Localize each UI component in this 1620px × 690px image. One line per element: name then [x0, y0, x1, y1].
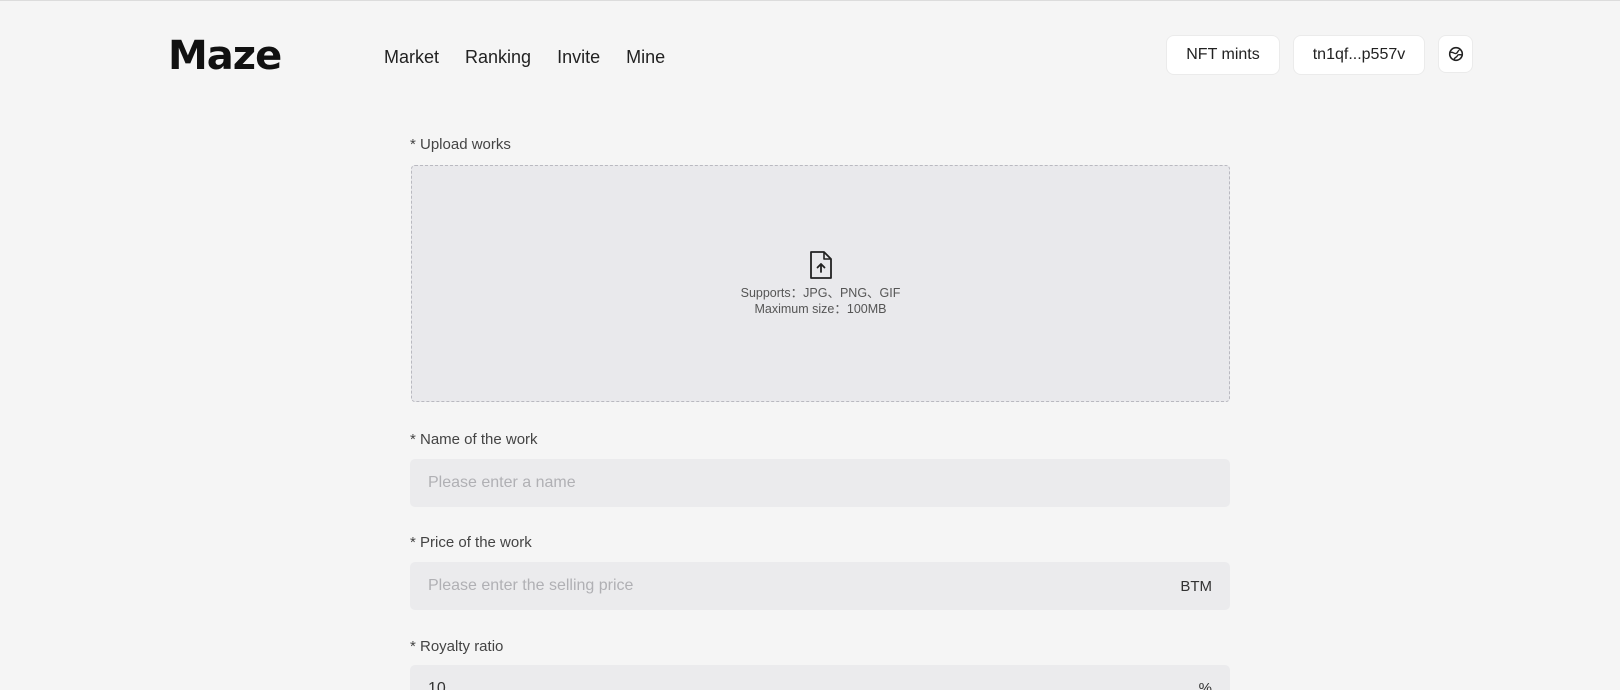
nav-market[interactable]: Market	[384, 45, 439, 69]
header-actions: NFT mints tn1qf...p557v	[1166, 35, 1473, 75]
price-unit: BTM	[1180, 577, 1212, 595]
language-button[interactable]	[1438, 35, 1473, 73]
name-label: * Name of the work	[410, 431, 538, 448]
royalty-field: %	[410, 665, 1230, 690]
file-upload-icon	[809, 251, 832, 279]
price-label: * Price of the work	[410, 534, 532, 551]
royalty-input[interactable]	[428, 680, 1199, 690]
nav-invite[interactable]: Invite	[557, 45, 600, 69]
upload-works-label: * Upload works	[410, 136, 511, 153]
main-nav: Market Ranking Invite Mine	[384, 45, 665, 69]
wallet-address-button[interactable]: tn1qf...p557v	[1293, 35, 1425, 75]
nav-mine[interactable]: Mine	[626, 45, 665, 69]
name-field	[410, 459, 1230, 507]
upload-supports-text: Supports：JPG、PNG、GIF	[740, 286, 901, 300]
upload-max-size-text: Maximum size：100MB	[754, 302, 887, 316]
nft-mints-button[interactable]: NFT mints	[1166, 35, 1280, 75]
upload-dropzone[interactable]: Supports：JPG、PNG、GIF Maximum size：100MB	[411, 165, 1230, 402]
price-field: BTM	[410, 562, 1230, 610]
royalty-unit: %	[1198, 680, 1212, 690]
globe-icon	[1448, 46, 1463, 62]
price-input[interactable]	[428, 577, 1181, 595]
logo[interactable]: Maze	[168, 34, 282, 78]
upload-hint: Supports：JPG、PNG、GIF Maximum size：100MB	[412, 250, 1229, 317]
royalty-label: * Royalty ratio	[410, 638, 504, 655]
name-input[interactable]	[428, 474, 1212, 492]
nav-ranking[interactable]: Ranking	[465, 45, 531, 69]
